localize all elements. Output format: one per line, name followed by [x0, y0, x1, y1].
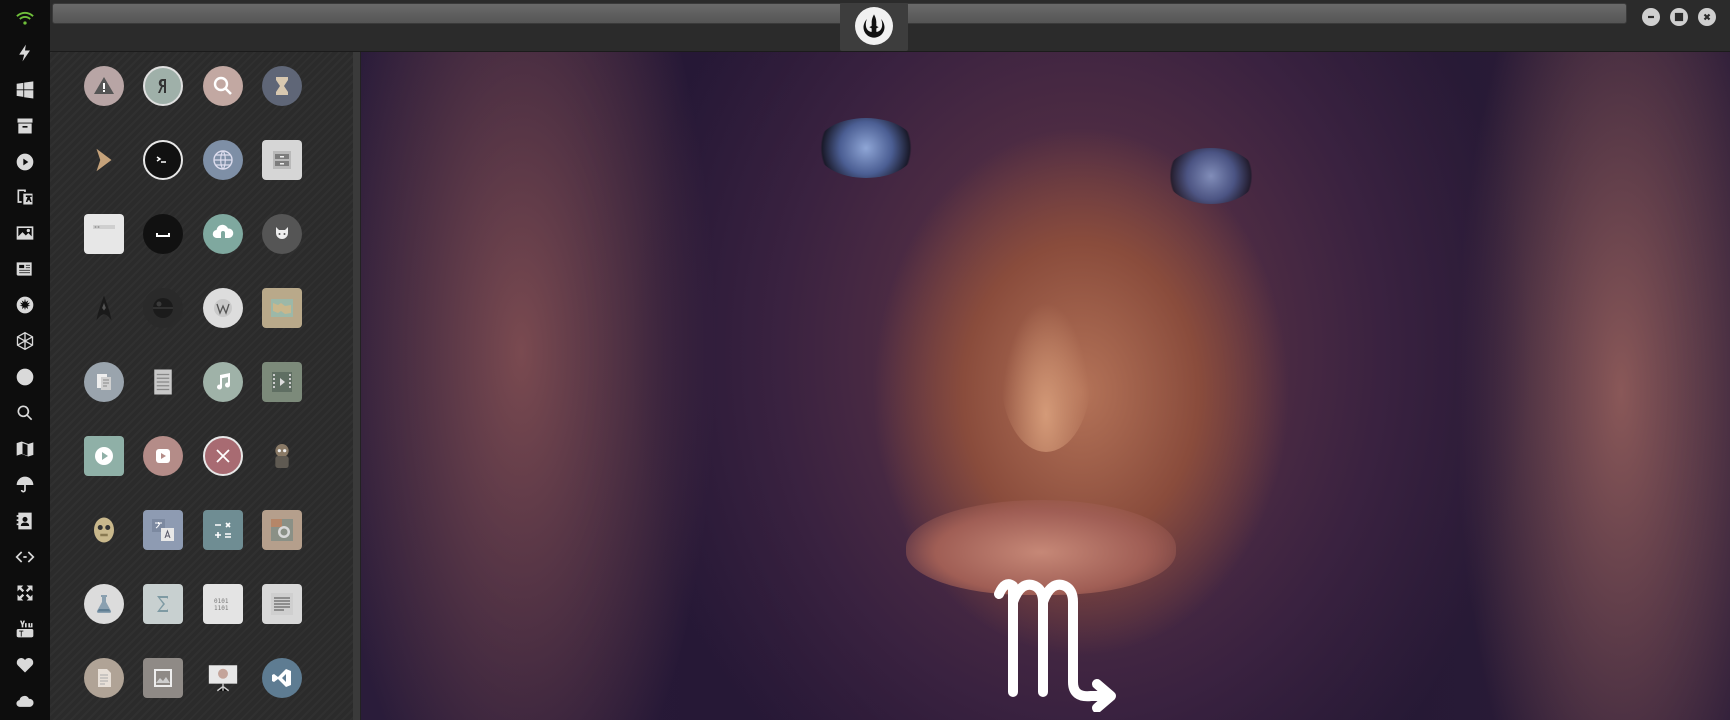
hexagon-icon[interactable]: [0, 325, 50, 357]
left-eye: [816, 118, 916, 178]
warning-icon[interactable]: [84, 66, 124, 106]
close-icon[interactable]: [1698, 8, 1716, 26]
app-drawer: 0101 1101: [50, 52, 353, 720]
window-icon[interactable]: [84, 214, 124, 254]
contact-card-icon[interactable]: [0, 505, 50, 537]
presentation-icon[interactable]: [203, 658, 243, 698]
globe-icon[interactable]: [203, 140, 243, 180]
globe-icon[interactable]: [0, 361, 50, 393]
yandex-icon[interactable]: [143, 66, 183, 106]
fullscreen-icon[interactable]: [0, 577, 50, 609]
play-icon[interactable]: [0, 146, 50, 178]
play-circle-icon[interactable]: [143, 436, 183, 476]
image-viewer-icon[interactable]: [143, 658, 183, 698]
search-icon[interactable]: [203, 66, 243, 106]
scorpio-icon: [991, 572, 1121, 713]
starfleet-icon[interactable]: [84, 288, 124, 328]
hourglass-icon[interactable]: [262, 66, 302, 106]
heart-icon[interactable]: [0, 649, 50, 681]
video-icon[interactable]: [262, 362, 302, 402]
windows-icon[interactable]: [0, 74, 50, 106]
code-icon[interactable]: [0, 541, 50, 573]
active-tab[interactable]: [840, 3, 908, 51]
vscode-icon[interactable]: [262, 658, 302, 698]
youtube-icon[interactable]: [0, 613, 50, 645]
drawer-splitter[interactable]: [353, 52, 361, 720]
keyboard-icon[interactable]: [143, 214, 183, 254]
svg-text:0101: 0101: [214, 598, 229, 605]
maximize-icon[interactable]: [1670, 8, 1688, 26]
flask-icon[interactable]: [84, 584, 124, 624]
translate-icon[interactable]: [143, 510, 183, 550]
nose: [1001, 302, 1091, 452]
translate-icon[interactable]: [0, 181, 50, 213]
image-icon[interactable]: [0, 217, 50, 249]
binary-file-icon[interactable]: 0101 1101: [203, 584, 243, 624]
minimize-icon[interactable]: [1642, 8, 1660, 26]
cloud-icon[interactable]: [0, 685, 50, 717]
umbrella-icon[interactable]: [0, 469, 50, 501]
octocat-icon[interactable]: [262, 214, 302, 254]
rebel-alliance-icon[interactable]: [0, 289, 50, 321]
search-icon[interactable]: [0, 397, 50, 429]
camera-icon[interactable]: [262, 510, 302, 550]
chevron-right-icon[interactable]: [84, 140, 124, 180]
wallpaper: [361, 52, 1730, 720]
death-star-icon[interactable]: [143, 288, 183, 328]
rebel-alliance-icon: [855, 7, 893, 45]
lightning-icon[interactable]: [0, 37, 50, 69]
music-icon[interactable]: [203, 362, 243, 402]
right-eye: [1166, 148, 1256, 204]
file-cabinet-icon[interactable]: [262, 140, 302, 180]
close-circle-icon[interactable]: [203, 436, 243, 476]
archive-icon[interactable]: [0, 110, 50, 142]
terminal-icon[interactable]: [143, 140, 183, 180]
documents-icon[interactable]: [84, 362, 124, 402]
svg-text:1101: 1101: [214, 605, 229, 612]
document-icon[interactable]: [84, 658, 124, 698]
wikipedia-icon[interactable]: [203, 288, 243, 328]
notes-icon[interactable]: [143, 362, 183, 402]
map-icon[interactable]: [0, 433, 50, 465]
calculator-icon[interactable]: [203, 510, 243, 550]
left-dock: [0, 0, 50, 720]
robot-icon[interactable]: [262, 436, 302, 476]
sigma-icon[interactable]: [143, 584, 183, 624]
video-player-icon[interactable]: [84, 436, 124, 476]
window-controls: [1642, 8, 1716, 26]
wifi-icon[interactable]: [0, 2, 50, 34]
news-icon[interactable]: [0, 253, 50, 285]
c3po-icon[interactable]: [84, 510, 124, 550]
text-editor-icon[interactable]: [262, 584, 302, 624]
cloud-lock-icon[interactable]: [203, 214, 243, 254]
top-bar: [50, 0, 1730, 52]
map-icon[interactable]: [262, 288, 302, 328]
